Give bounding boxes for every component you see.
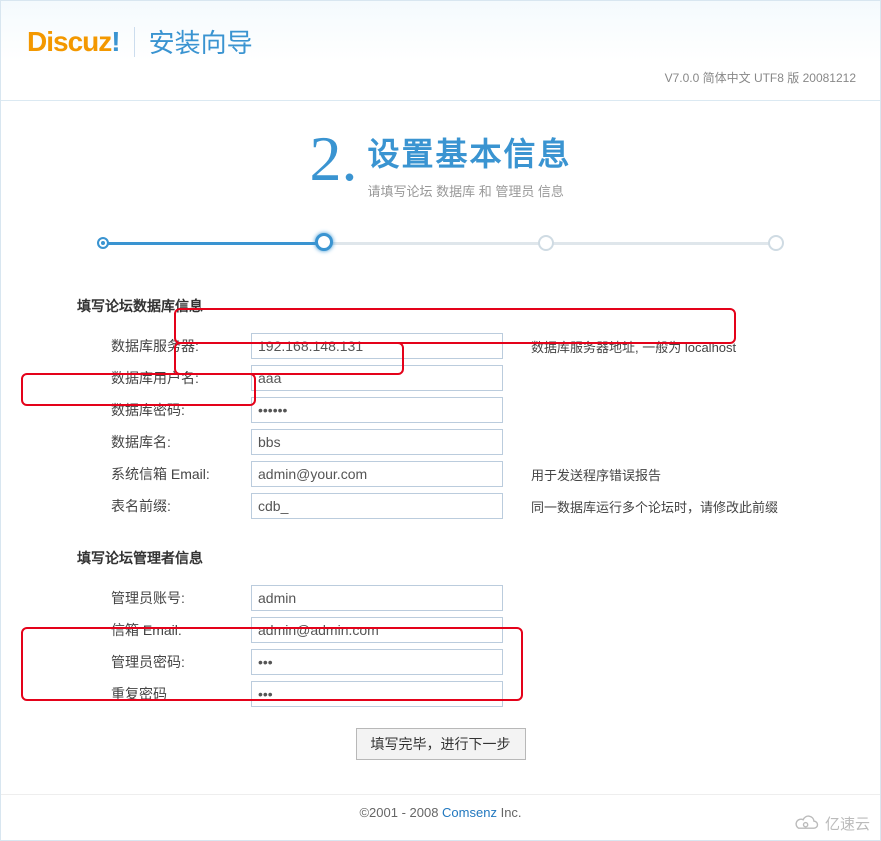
input-sys-email[interactable]: [251, 461, 503, 487]
hint-tbl-prefix: 同一数据库运行多个论坛时，请修改此前缀: [511, 497, 810, 516]
progress-step-2: [315, 233, 333, 251]
label-admin-email: 信箱 Email:: [71, 620, 251, 640]
input-tbl-prefix[interactable]: [251, 493, 503, 519]
header: Discuz! 安装向导 V7.0.0 简体中文 UTF8 版 20081212: [1, 1, 880, 70]
progress-step-1: [97, 237, 109, 249]
progress-step-3: [538, 235, 554, 251]
row-tbl-prefix: 表名前缀: 同一数据库运行多个论坛时，请修改此前缀: [71, 490, 810, 522]
section-admin-title: 填写论坛管理者信息: [77, 548, 810, 568]
footer-copy-post: Inc.: [497, 805, 522, 820]
cloud-icon: [793, 815, 821, 833]
row-db-user: 数据库用户名:: [71, 362, 810, 394]
discuz-logo: Discuz!: [27, 26, 120, 58]
wizard-title: 安装向导: [149, 23, 253, 60]
watermark: 亿速云: [793, 813, 870, 834]
row-admin-pass: 管理员密码:: [71, 646, 810, 678]
step-subtitle: 请填写论坛 数据库 和 管理员 信息: [367, 181, 571, 200]
row-db-server: 数据库服务器: 数据库服务器地址, 一般为 localhost: [71, 330, 810, 362]
label-db-user: 数据库用户名:: [71, 368, 251, 388]
hint-db-server: 数据库服务器地址, 一般为 localhost: [511, 337, 810, 356]
version-text: V7.0.0 简体中文 UTF8 版 20081212: [665, 69, 856, 86]
label-admin-pass: 管理员密码:: [71, 652, 251, 672]
progress-bar: [91, 232, 790, 262]
label-db-name: 数据库名:: [71, 432, 251, 452]
input-admin-user[interactable]: [251, 585, 503, 611]
row-db-pass: 数据库密码:: [71, 394, 810, 426]
row-admin-pass2: 重复密码: [71, 678, 810, 710]
input-admin-email[interactable]: [251, 617, 503, 643]
label-tbl-prefix: 表名前缀:: [71, 496, 251, 516]
row-admin-user: 管理员账号:: [71, 582, 810, 614]
logo-exclaim: !: [111, 26, 119, 57]
submit-button[interactable]: 填写完毕，进行下一步: [356, 728, 526, 760]
header-divider: [134, 27, 135, 57]
footer-copy-pre: ©2001 - 2008: [359, 805, 442, 820]
hint-sys-email: 用于发送程序错误报告: [511, 465, 810, 484]
section-db-title: 填写论坛数据库信息: [77, 296, 810, 316]
label-db-pass: 数据库密码:: [71, 400, 251, 420]
footer-link[interactable]: Comsenz: [442, 805, 497, 820]
input-db-server[interactable]: [251, 333, 503, 359]
logo-text: Discuz: [27, 26, 111, 57]
row-db-name: 数据库名:: [71, 426, 810, 458]
label-admin-pass2: 重复密码: [71, 684, 251, 704]
submit-row: 填写完毕，进行下一步: [71, 728, 810, 760]
step-heading: 2. 设置基本信息 请填写论坛 数据库 和 管理员 信息: [1, 101, 880, 210]
row-admin-email: 信箱 Email:: [71, 614, 810, 646]
label-sys-email: 系统信箱 Email:: [71, 464, 251, 484]
input-db-name[interactable]: [251, 429, 503, 455]
progress-step-4: [768, 235, 784, 251]
input-admin-pass[interactable]: [251, 649, 503, 675]
label-db-server: 数据库服务器:: [71, 336, 251, 356]
step-number: 2.: [309, 127, 357, 191]
input-db-user[interactable]: [251, 365, 503, 391]
row-sys-email: 系统信箱 Email: 用于发送程序错误报告: [71, 458, 810, 490]
step-title: 设置基本信息: [367, 129, 571, 175]
logo-row: Discuz! 安装向导: [27, 23, 854, 60]
watermark-text: 亿速云: [825, 813, 870, 834]
installer-window: Discuz! 安装向导 V7.0.0 简体中文 UTF8 版 20081212…: [0, 0, 881, 841]
input-admin-pass2[interactable]: [251, 681, 503, 707]
footer: ©2001 - 2008 Comsenz Inc.: [1, 794, 880, 840]
form-area: 填写论坛数据库信息 数据库服务器: 数据库服务器地址, 一般为 localhos…: [1, 272, 880, 788]
label-admin-user: 管理员账号:: [71, 588, 251, 608]
input-db-pass[interactable]: [251, 397, 503, 423]
